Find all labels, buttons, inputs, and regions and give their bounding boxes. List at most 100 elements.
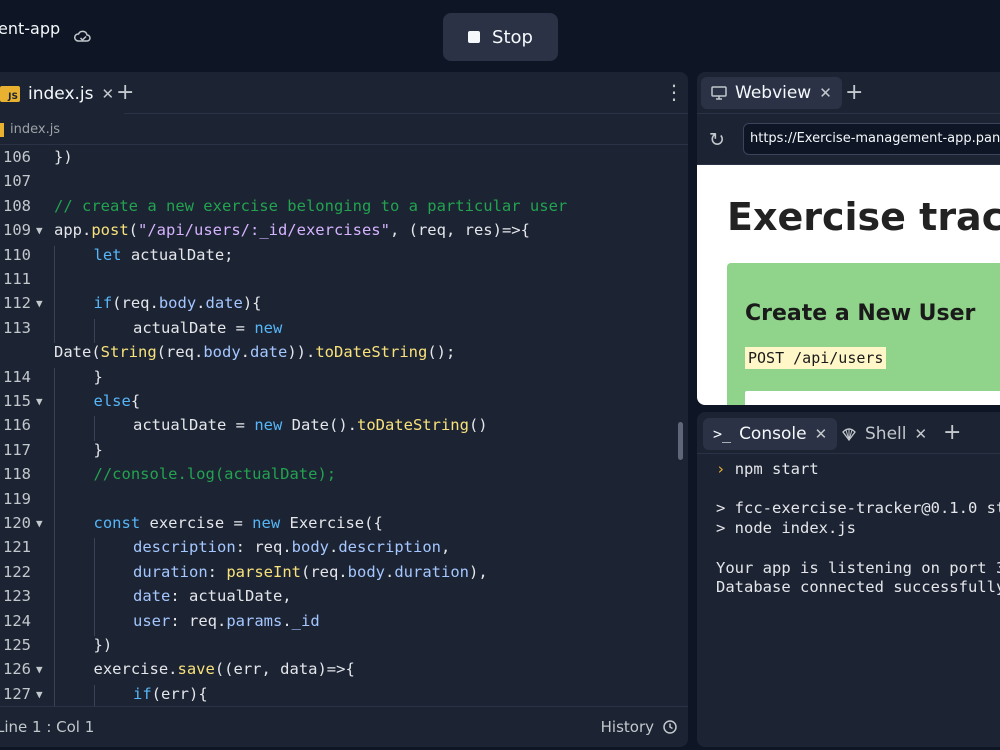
code-text: } — [93, 367, 103, 386]
code-text: if(req.body.date){ — [93, 294, 262, 313]
tab-index-js[interactable]: JS index.js ✕ — [0, 76, 125, 114]
line-number: 120 — [3, 514, 31, 532]
indent-guide — [93, 587, 95, 612]
create-user-card: Create a New User POST /api/users — [727, 263, 1000, 405]
prompt-chevron-icon: › — [716, 460, 726, 478]
fold-arrow-icon[interactable]: ▼ — [36, 517, 43, 530]
code-line[interactable]: 119 — [0, 489, 688, 514]
console-tab-bar: >_ Console ✕ Shell ✕ + — [697, 412, 1000, 454]
indent-guide — [93, 318, 95, 344]
code-line[interactable]: 112 ▼ if(req.body.date){ — [0, 294, 688, 319]
code-line[interactable]: Date(String(req.body.date)).toDateString… — [0, 343, 688, 367]
fold-arrow-icon[interactable]: ▼ — [36, 688, 43, 701]
code-line[interactable]: 110 let actualDate; — [0, 245, 688, 270]
indent-guide — [54, 440, 55, 466]
line-number: 118 — [3, 465, 31, 484]
line-number: 108 — [3, 196, 31, 215]
tab-console[interactable]: >_ Console ✕ — [703, 418, 838, 450]
fold-arrow-icon[interactable]: ▼ — [36, 663, 43, 676]
code-text: app.post("/api/users/:_id/exercises", (r… — [54, 221, 530, 240]
more-options-icon[interactable]: ⋮ — [664, 80, 684, 104]
line-number: 106 — [3, 148, 31, 166]
tab-webview[interactable]: Webview ✕ — [701, 77, 842, 109]
code-line[interactable]: 113 actualDate = new — [0, 318, 688, 344]
close-icon[interactable]: ✕ — [102, 85, 115, 103]
indent-guide — [54, 367, 55, 392]
js-file-icon — [0, 122, 4, 137]
top-bar: ent-app Stop — [0, 0, 1000, 72]
code-line[interactable]: 114} — [0, 367, 688, 392]
code-line[interactable]: 120 ▼ const exercise = new Exercise({ — [0, 514, 688, 539]
code-line[interactable]: 117} — [0, 440, 688, 466]
code-line[interactable]: 108 // create a new exercise belonging to… — [0, 197, 688, 221]
editor-status-bar: Line 1 : Col 1 History — [0, 706, 688, 747]
indent-guide — [54, 538, 55, 563]
code-line[interactable]: 121 description: req.body.description, — [0, 538, 688, 563]
fold-arrow-icon[interactable]: ▼ — [36, 395, 43, 408]
code-line[interactable]: 118 //console.log(actualDate); — [0, 465, 688, 490]
indent-guide — [54, 318, 55, 344]
close-icon[interactable]: ✕ — [819, 84, 832, 102]
code-line[interactable]: 124 user: req.params._id — [0, 611, 688, 636]
line-number: 116 — [3, 416, 31, 435]
shell-icon — [842, 428, 856, 441]
cloud-sync-icon[interactable] — [74, 28, 92, 46]
line-number: 124 — [3, 611, 31, 630]
line-number: 112 — [3, 294, 31, 313]
code-area[interactable]: 106}) 107 108// create a new exercise belo… — [0, 148, 688, 706]
code-text: let actualDate; — [93, 245, 234, 264]
indent-guide — [54, 562, 55, 588]
app-name[interactable]: ent-app — [0, 19, 60, 38]
close-icon[interactable]: ✕ — [914, 425, 927, 443]
code-text: duration: parseInt(req.body.duration), — [133, 562, 488, 581]
line-number: 114 — [3, 367, 31, 386]
stop-label: Stop — [492, 26, 533, 48]
fold-arrow-icon[interactable]: ▼ — [36, 224, 43, 237]
code-line[interactable]: 127 ▼ if(err){ — [0, 684, 688, 706]
code-text: //console.log(actualDate); — [93, 465, 337, 484]
breadcrumb: index.js — [0, 115, 688, 145]
indent-guide — [93, 611, 95, 636]
add-tab-icon[interactable]: + — [845, 80, 863, 105]
indent-guide — [54, 416, 55, 441]
line-number: 115 — [3, 392, 31, 410]
history-button[interactable]: History — [601, 718, 678, 736]
indent-guide — [54, 392, 55, 417]
username-input[interactable] — [745, 391, 1000, 405]
tab-label: index.js — [28, 84, 94, 104]
code-line[interactable]: 125}) — [0, 636, 688, 661]
breadcrumb-file[interactable]: index.js — [10, 122, 60, 137]
indent-guide — [54, 660, 55, 685]
code-line[interactable]: 115 ▼ else{ — [0, 392, 688, 417]
editor-scrollbar[interactable] — [678, 422, 683, 460]
fold-arrow-icon[interactable]: ▼ — [36, 297, 43, 310]
code-line[interactable]: 126 ▼ exercise.save((err, data)=>{ — [0, 660, 688, 685]
webview-tab-label: Webview — [735, 83, 812, 103]
js-file-icon: JS — [0, 86, 20, 102]
indent-guide — [54, 489, 55, 514]
code-line[interactable]: 106}) — [0, 148, 688, 172]
card-heading: Create a New User — [745, 301, 976, 326]
code-line[interactable]: 111 — [0, 270, 688, 295]
line-number: 119 — [3, 489, 31, 508]
code-line[interactable]: 109 ▼ app.post("/api/users/:_id/exercises"… — [0, 221, 688, 245]
code-line[interactable]: 122 duration: parseInt(req.body.duration)… — [0, 562, 688, 588]
stop-button[interactable]: Stop — [443, 13, 558, 61]
url-input[interactable]: https://Exercise-management-app.panth — [743, 123, 1000, 155]
code-line[interactable]: 107 — [0, 172, 688, 196]
reload-icon[interactable]: ↻ — [709, 129, 725, 151]
console-tab-label: Console — [739, 424, 807, 444]
line-number: 126 — [3, 660, 31, 679]
code-line[interactable]: 116 actualDate = new Date().toDateString(… — [0, 416, 688, 441]
add-tab-icon[interactable]: + — [943, 420, 961, 445]
line-number: 125 — [3, 636, 31, 654]
code-line[interactable]: 123 date: actualDate, — [0, 587, 688, 612]
url-bar: ↻ https://Exercise-management-app.panth — [697, 114, 1000, 165]
console-log: > fcc-exercise-tracker@0.1.0 start > nod… — [716, 499, 1000, 597]
close-icon[interactable]: ✕ — [815, 425, 828, 443]
indent-guide — [93, 562, 95, 588]
history-icon — [663, 720, 677, 734]
line-number: 121 — [3, 538, 31, 557]
add-tab-icon[interactable]: + — [116, 80, 134, 105]
tab-shell[interactable]: Shell ✕ — [841, 418, 927, 450]
